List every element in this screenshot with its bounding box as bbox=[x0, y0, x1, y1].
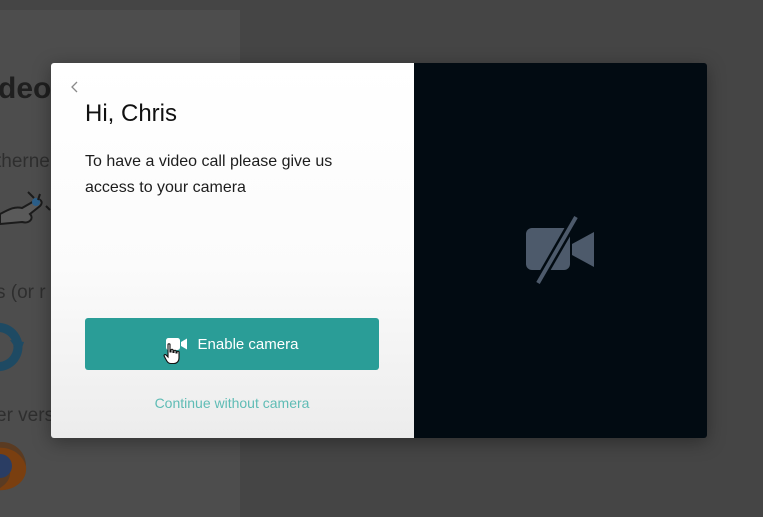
back-button[interactable] bbox=[65, 77, 85, 97]
greeting-title: Hi, Chris bbox=[85, 100, 178, 127]
chevron-left-icon bbox=[71, 81, 78, 93]
background-text-line: therne bbox=[0, 151, 50, 172]
hand-illustration bbox=[0, 188, 55, 232]
continue-without-camera-link[interactable]: Continue without camera bbox=[85, 395, 379, 411]
enable-camera-button[interactable]: Enable camera bbox=[85, 318, 379, 370]
background-text-line: s (or r bbox=[0, 282, 46, 303]
camera-permission-dialog: Hi, Chris To have a video call please gi… bbox=[51, 63, 707, 438]
camera-off-icon bbox=[524, 214, 596, 286]
refresh-icon bbox=[0, 320, 28, 374]
video-camera-icon bbox=[165, 337, 188, 351]
background-heading: deo bbox=[0, 72, 52, 105]
permission-message: To have a video call please give us acce… bbox=[85, 153, 333, 196]
dialog-content: Hi, Chris To have a video call please gi… bbox=[51, 63, 414, 438]
firefox-logo bbox=[0, 438, 32, 494]
enable-camera-label: Enable camera bbox=[197, 335, 299, 353]
camera-preview bbox=[414, 63, 707, 438]
background-text-line: er vers bbox=[0, 405, 55, 426]
